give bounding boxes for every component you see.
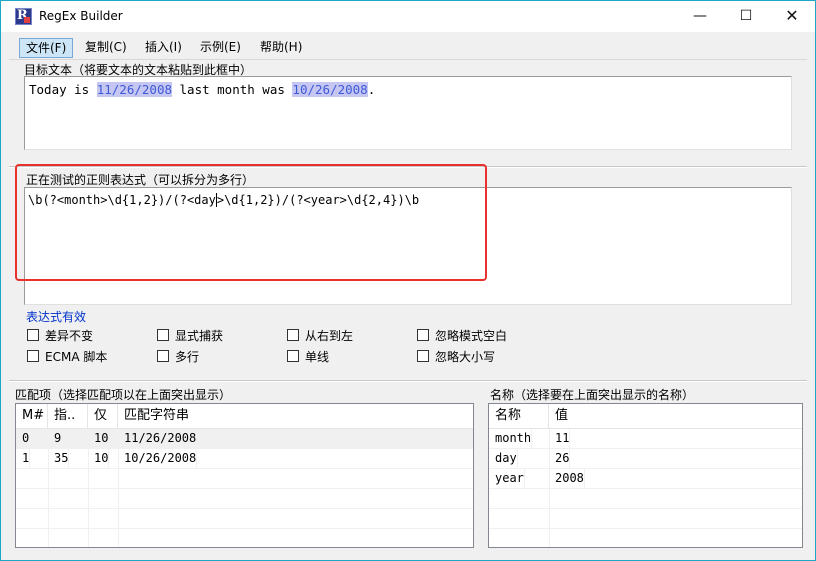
window-title: RegEx Builder <box>39 9 123 23</box>
empty-row <box>16 509 473 529</box>
column-header-length[interactable]: 仅 <box>88 404 118 429</box>
name-row[interactable]: year 2008 <box>489 469 802 489</box>
empty-row <box>16 489 473 509</box>
target-seg-2: last month was <box>172 82 293 97</box>
names-header: 名称 值 <box>489 404 802 429</box>
grid-line <box>88 429 89 547</box>
regex-input[interactable]: \b(?<month>\d{1,2})/(?<day>\d{1,2})/(?<y… <box>24 187 792 305</box>
option-ecma-script[interactable]: ECMA 脚本 <box>27 348 107 364</box>
match-index: 35 <box>48 449 70 469</box>
match-index: 9 <box>48 429 63 449</box>
group-value: 2008 <box>549 469 585 489</box>
checkbox-icon[interactable] <box>417 329 429 341</box>
column-header-match-string[interactable]: 匹配字符串 <box>118 404 473 429</box>
group-value: 26 <box>549 449 571 469</box>
empty-row <box>16 469 473 489</box>
regex-text-before-caret: \b(?<month>\d{1,2})/(?<day <box>28 193 216 207</box>
menu-bar: 文件(F) 复制(C) 插入(I) 示例(E) 帮助(H) <box>9 36 807 60</box>
matches-label: 匹配项（选择匹配项以在上面突出显示） <box>15 388 232 402</box>
splitter-bottom[interactable] <box>9 380 807 382</box>
target-match-highlight-0: 11/26/2008 <box>96 82 172 97</box>
column-header-match-number[interactable]: M# <box>16 404 48 429</box>
checkbox-icon[interactable] <box>417 350 429 362</box>
checkbox-icon[interactable] <box>27 350 39 362</box>
checkbox-icon[interactable] <box>27 329 39 341</box>
maximize-button[interactable]: ☐ <box>723 1 769 32</box>
option-multiline[interactable]: 多行 <box>157 348 199 364</box>
regex-builder-window: R RegEx Builder — ☐ ✕ 文件(F) 复制(C) 插入(I) … <box>0 0 816 561</box>
matches-header: M# 指.. 仅 匹配字符串 <box>16 404 473 429</box>
match-row[interactable]: 0 9 10 11/26/2008 <box>16 429 473 449</box>
option-ignore-whitespace[interactable]: 忽略模式空白 <box>417 327 507 343</box>
checkbox-icon[interactable] <box>157 350 169 362</box>
grid-line <box>549 429 550 547</box>
matches-list[interactable]: M# 指.. 仅 匹配字符串 0 9 10 11/26/2008 1 35 10… <box>15 403 474 548</box>
column-header-name[interactable]: 名称 <box>489 404 549 429</box>
names-list[interactable]: 名称 值 month 11 day 26 year 2008 <box>488 403 803 548</box>
menu-insert[interactable]: 插入(I) <box>139 38 188 58</box>
target-seg-0: Today is <box>29 82 97 97</box>
name-row[interactable]: month 11 <box>489 429 802 449</box>
match-string: 10/26/2008 <box>118 449 198 469</box>
grid-line <box>48 429 49 547</box>
menu-copy[interactable]: 复制(C) <box>79 38 133 58</box>
names-label: 名称（选择要在上面突出显示的名称） <box>490 388 695 402</box>
target-text-area[interactable]: Today is 11/26/2008 last month was 10/26… <box>24 76 792 150</box>
option-culture-invariant[interactable]: 差异不变 <box>27 327 93 343</box>
column-header-value[interactable]: 值 <box>549 404 802 429</box>
title-bar[interactable]: R RegEx Builder — ☐ ✕ <box>1 1 815 32</box>
match-row[interactable]: 1 35 10 10/26/2008 <box>16 449 473 469</box>
match-string: 11/26/2008 <box>118 429 198 449</box>
match-number: 1 <box>16 449 31 469</box>
checkbox-icon[interactable] <box>287 350 299 362</box>
option-singleline[interactable]: 单线 <box>287 348 329 364</box>
column-header-index[interactable]: 指.. <box>48 404 88 429</box>
menu-help[interactable]: 帮助(H) <box>254 38 308 58</box>
group-name: day <box>489 449 518 469</box>
minimize-button[interactable]: — <box>677 1 723 32</box>
group-name: year <box>489 469 525 489</box>
close-button[interactable]: ✕ <box>769 1 815 32</box>
menu-examples[interactable]: 示例(E) <box>194 38 247 58</box>
empty-row <box>489 489 802 509</box>
group-value: 11 <box>549 429 571 449</box>
match-length: 10 <box>88 449 110 469</box>
checkbox-icon[interactable] <box>287 329 299 341</box>
regex-label: 正在测试的正则表达式（可以拆分为多行） <box>26 173 255 187</box>
checkbox-icon[interactable] <box>157 329 169 341</box>
match-length: 10 <box>88 429 110 449</box>
splitter-top[interactable] <box>9 166 807 168</box>
name-row[interactable]: day 26 <box>489 449 802 469</box>
empty-row <box>489 509 802 529</box>
grid-line <box>118 429 119 547</box>
group-name: month <box>489 429 533 449</box>
option-explicit-capture[interactable]: 显式捕获 <box>157 327 223 343</box>
app-icon: R <box>15 8 32 25</box>
empty-row <box>16 529 473 547</box>
menu-file[interactable]: 文件(F) <box>19 38 74 58</box>
option-ignore-case[interactable]: 忽略大小写 <box>417 348 495 364</box>
empty-row <box>489 529 802 547</box>
target-seg-4: . <box>367 82 376 97</box>
regex-text-after-caret: >\d{1,2})/(?<year>\d{2,4})\b <box>216 193 420 207</box>
target-match-highlight-1: 10/26/2008 <box>292 82 368 97</box>
option-right-to-left[interactable]: 从右到左 <box>287 327 353 343</box>
match-number: 0 <box>16 429 31 449</box>
expression-status: 表达式有效 <box>26 310 87 324</box>
